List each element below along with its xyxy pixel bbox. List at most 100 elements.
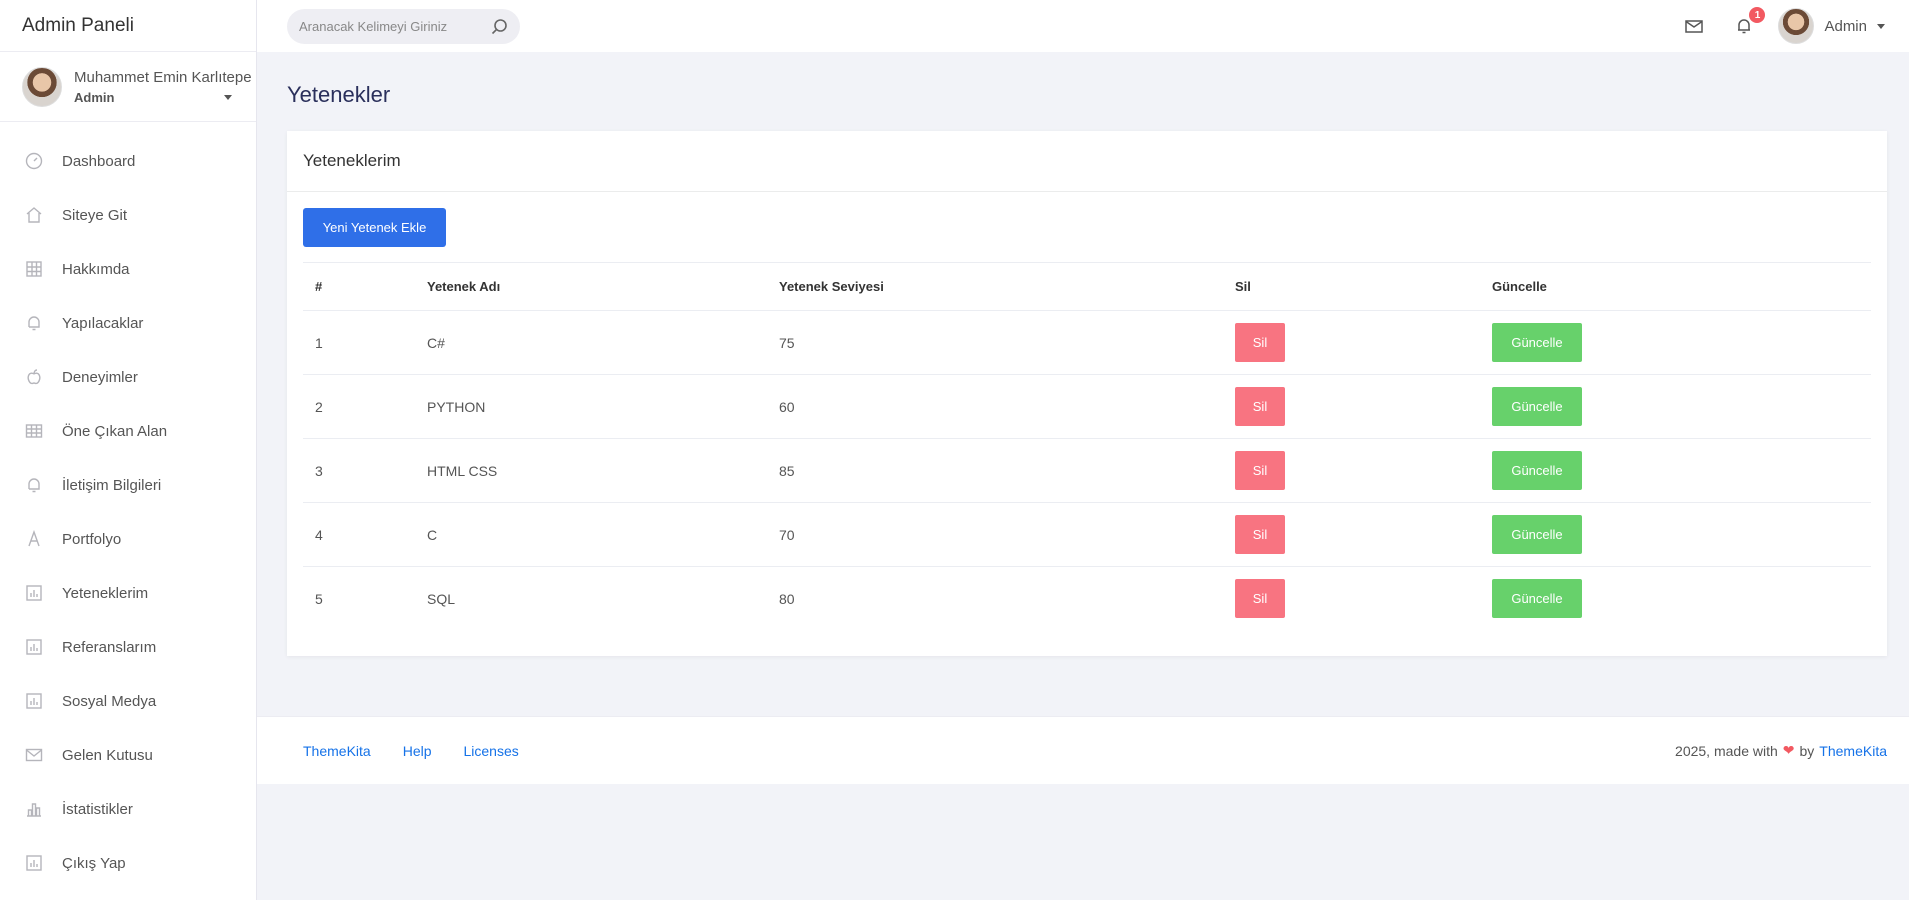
table-row: 2 PYTHON 60 Sil Güncelle	[303, 374, 1871, 439]
delete-button[interactable]: Sil	[1235, 323, 1285, 362]
delete-button[interactable]: Sil	[1235, 387, 1285, 426]
chart-square-icon	[25, 638, 43, 656]
chevron-down-icon[interactable]	[224, 95, 232, 100]
sidebar-item-label: Yeteneklerim	[62, 584, 149, 602]
delete-button[interactable]: Sil	[1235, 451, 1285, 490]
cell-name: PYTHON	[415, 374, 767, 439]
sidebar-item-siteye-git[interactable]: Siteye Git	[0, 188, 256, 242]
sidebar-item-label: Portfolyo	[62, 530, 122, 548]
copyright-by: by	[1799, 742, 1815, 759]
search-input[interactable]	[299, 18, 479, 34]
table-header-row: # Yetenek Adı Yetenek Seviyesi Sil Günce…	[303, 262, 1871, 311]
skills-table: # Yetenek Adı Yetenek Seviyesi Sil Günce…	[303, 262, 1871, 631]
table-icon	[25, 422, 43, 440]
update-button[interactable]: Güncelle	[1492, 515, 1582, 554]
sidebar-item-dashboard[interactable]: Dashboard	[0, 134, 256, 188]
sidebar-item-portfolyo[interactable]: Portfolyo	[0, 512, 256, 566]
chart-square-icon	[25, 692, 43, 710]
bell-icon	[25, 476, 43, 494]
copyright-text: 2025, made with	[1675, 742, 1778, 759]
card-title: Yeteneklerim	[287, 131, 1887, 192]
sidebar-item-label: İstatistikler	[62, 800, 133, 818]
sidebar-item-istatistikler[interactable]: İstatistikler	[0, 782, 256, 836]
cell-name: HTML CSS	[415, 438, 767, 503]
bar-chart-icon	[25, 800, 43, 818]
add-skill-button[interactable]: Yeni Yetenek Ekle	[303, 208, 446, 247]
delete-button[interactable]: Sil	[1235, 579, 1285, 619]
sidebar-item-iletisim-bilgileri[interactable]: İletişim Bilgileri	[0, 458, 256, 512]
column-header-id: #	[303, 262, 415, 311]
footer: ThemeKita Help Licenses 2025, made with …	[257, 716, 1909, 784]
cell-level: 80	[779, 590, 795, 607]
avatar	[1778, 8, 1815, 44]
sidebar-item-hakkimda[interactable]: Hakkımda	[0, 242, 256, 296]
copyright: 2025, made with ❤ by ThemeKita	[1675, 742, 1887, 759]
search-icon[interactable]	[491, 18, 508, 35]
footer-link-help[interactable]: Help	[403, 743, 432, 759]
cell-level: 75	[767, 310, 1223, 375]
sidebar-item-label: Çıkış Yap	[62, 854, 126, 872]
cell-id: 1	[303, 310, 415, 375]
chart-square-icon	[25, 854, 43, 872]
update-button[interactable]: Güncelle	[1492, 579, 1582, 619]
sidebar-item-label: Hakkımda	[62, 260, 130, 278]
bell-icon[interactable]: 1	[1734, 7, 1766, 36]
search-box	[287, 8, 520, 44]
cell-name: SQL	[427, 590, 456, 607]
top-user-menu[interactable]: Admin	[1778, 8, 1885, 44]
user-name: Muhammet Emin Karlıtepe	[74, 68, 252, 86]
update-button[interactable]: Güncelle	[1492, 323, 1582, 362]
sidebar-item-yeteneklerim[interactable]: Yeteneklerim	[0, 566, 256, 620]
cell-level: 60	[767, 374, 1223, 439]
notification-badge: 1	[1749, 7, 1766, 23]
sidebar-item-label: Sosyal Medya	[62, 692, 157, 710]
column-header-name: Yetenek Adı	[415, 262, 767, 311]
bell-icon	[25, 314, 43, 332]
cell-name: C#	[415, 310, 767, 375]
sidebar-item-deneyimler[interactable]: Deneyimler	[0, 350, 256, 404]
dashboard-icon	[25, 152, 43, 170]
cell-id: 4	[303, 502, 415, 567]
cell-level: 70	[767, 502, 1223, 567]
sidebar-item-referanslarim[interactable]: Referanslarım	[0, 620, 256, 674]
skills-card: Yeteneklerim Yeni Yetenek Ekle # Yetenek…	[287, 131, 1887, 656]
sidebar-nav: Dashboard Siteye Git Hakkımda Yapılacakl…	[0, 122, 256, 890]
sidebar-item-gelen-kutusu[interactable]: Gelen Kutusu	[0, 728, 256, 782]
cell-id: 3	[303, 438, 415, 503]
user-profile[interactable]: Muhammet Emin Karlıtepe Admin	[0, 52, 256, 122]
delete-button[interactable]: Sil	[1235, 515, 1285, 554]
footer-link-themekita[interactable]: ThemeKita	[303, 743, 371, 759]
grid-icon	[25, 260, 43, 278]
sidebar-item-label: Dashboard	[62, 152, 136, 170]
column-header-update: Güncelle	[1480, 262, 1871, 311]
heart-icon: ❤	[1782, 742, 1795, 758]
update-button[interactable]: Güncelle	[1492, 387, 1582, 426]
sidebar-item-label: İletişim Bilgileri	[62, 476, 162, 494]
cell-name: C	[415, 502, 767, 567]
column-header-delete: Sil	[1223, 262, 1480, 311]
sidebar-item-sosyal-medya[interactable]: Sosyal Medya	[0, 674, 256, 728]
update-button[interactable]: Güncelle	[1492, 451, 1582, 490]
table-row: 3 HTML CSS 85 Sil Güncelle	[303, 438, 1871, 503]
envelope-icon[interactable]	[1684, 16, 1704, 36]
cell-level: 85	[767, 438, 1223, 503]
sidebar-item-label: Siteye Git	[62, 206, 128, 224]
apple-icon	[25, 368, 43, 386]
sidebar: Admin Paneli Muhammet Emin Karlıtepe Adm…	[0, 0, 257, 900]
footer-link-licenses[interactable]: Licenses	[464, 743, 519, 759]
sidebar-item-label: Deneyimler	[62, 368, 138, 386]
table-row: 1 C# 75 Sil Güncelle	[303, 310, 1871, 375]
chart-square-icon	[25, 584, 43, 602]
app-title[interactable]: Admin Paneli	[0, 0, 256, 52]
home-icon	[25, 206, 43, 224]
footer-brand-link[interactable]: ThemeKita	[1819, 743, 1887, 759]
cell-id: 2	[303, 374, 415, 439]
avatar	[22, 66, 62, 107]
sidebar-item-one-cikan-alan[interactable]: Öne Çıkan Alan	[0, 404, 256, 458]
table-row: 4 C 70 Sil Güncelle	[303, 502, 1871, 567]
sidebar-item-yapilacaklar[interactable]: Yapılacaklar	[0, 296, 256, 350]
sidebar-item-cikis-yap[interactable]: Çıkış Yap	[0, 836, 256, 890]
font-icon	[25, 530, 43, 548]
column-header-level: Yetenek Seviyesi	[767, 262, 1223, 311]
envelope-icon	[25, 746, 43, 764]
